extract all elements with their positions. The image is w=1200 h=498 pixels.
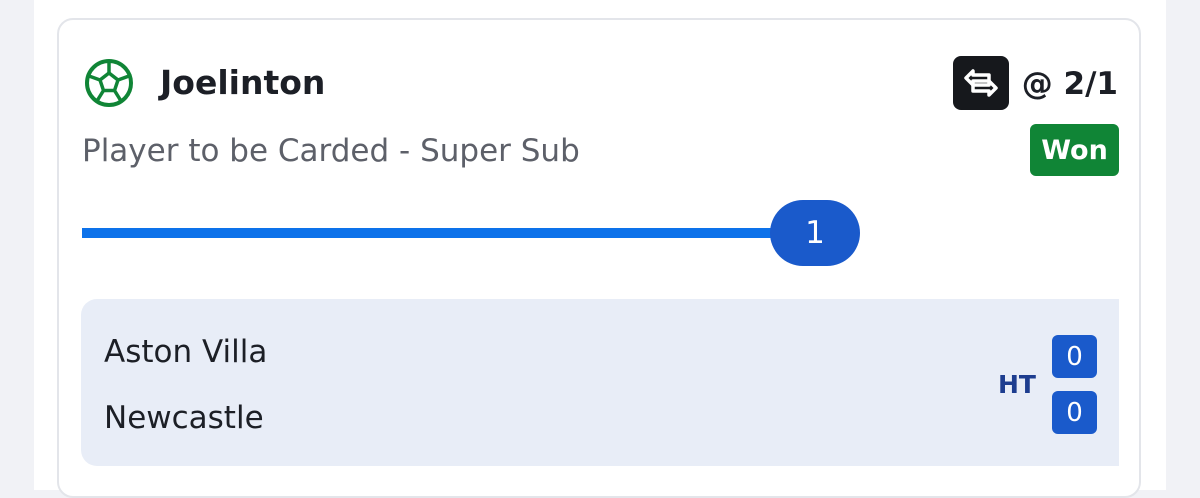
progress-track bbox=[82, 228, 792, 238]
match-period: HT bbox=[998, 370, 1036, 399]
home-team-name: Aston Villa bbox=[104, 334, 268, 370]
progress-count: 1 bbox=[770, 200, 860, 266]
away-team-name: Newcastle bbox=[104, 400, 264, 436]
status-badge: Won bbox=[1030, 124, 1119, 176]
market-name: Player to be Carded - Super Sub bbox=[82, 133, 580, 169]
player-name: Joelinton bbox=[160, 63, 326, 102]
away-score: 0 bbox=[1052, 391, 1097, 434]
progress-fill bbox=[82, 228, 792, 238]
swap-icon bbox=[964, 69, 998, 97]
swap-button[interactable] bbox=[953, 56, 1009, 110]
odds-value: @ 2/1 bbox=[1021, 66, 1118, 102]
home-score: 0 bbox=[1052, 335, 1097, 378]
scoreboard bbox=[81, 299, 1119, 466]
football-icon bbox=[85, 59, 133, 107]
